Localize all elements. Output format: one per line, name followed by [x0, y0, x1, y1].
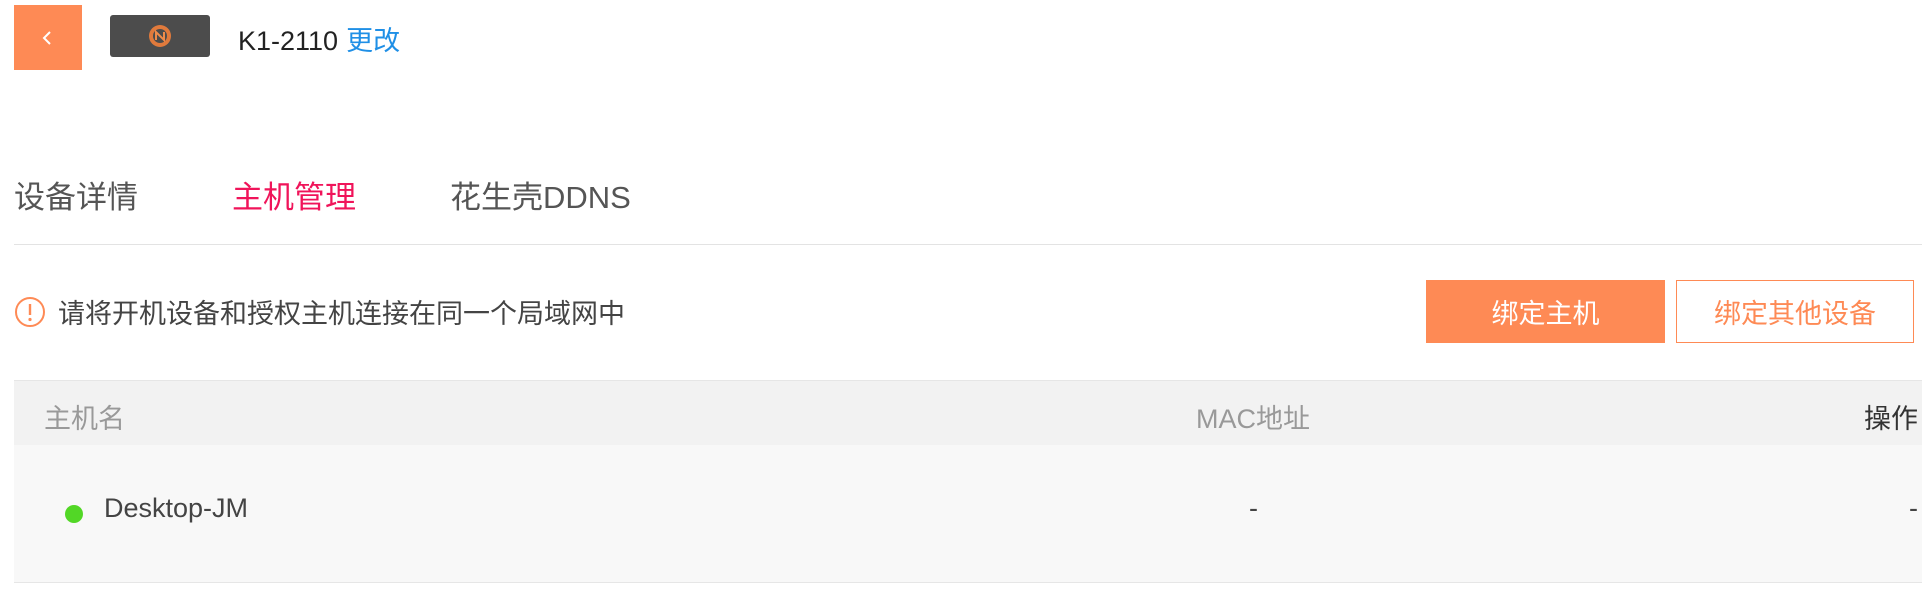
info-circle-icon [15, 296, 45, 327]
device-name: K1-2110 更改 [238, 19, 400, 58]
notice-text: 请将开机设备和授权主机连接在同一个局域网中 [58, 299, 625, 329]
chevron-left-icon [42, 30, 51, 45]
column-header-hostname: 主机名 [44, 404, 125, 434]
device-logo-icon [149, 25, 171, 47]
host-name: Desktop-JM [104, 493, 249, 523]
bind-host-button[interactable]: 绑定主机 [1426, 280, 1665, 343]
table-row: Desktop-JM - - [14, 445, 1922, 583]
host-mac: - [1249, 493, 1258, 523]
tab-bar: 设备详情 主机管理 花生壳DDNS [14, 168, 1922, 245]
notice: 请将开机设备和授权主机连接在同一个局域网中 [14, 292, 625, 331]
device-name-text: K1-2110 [238, 26, 339, 56]
host-table: 主机名 MAC地址 操作 Desktop-JM - - [14, 380, 1922, 583]
tab-device-details[interactable]: 设备详情 [14, 172, 138, 217]
bind-other-device-button[interactable]: 绑定其他设备 [1676, 280, 1914, 343]
online-status-dot [65, 505, 83, 523]
device-thumbnail [110, 15, 210, 57]
table-header: 主机名 MAC地址 操作 [14, 380, 1922, 445]
back-button[interactable] [14, 5, 82, 70]
tab-ddns[interactable]: 花生壳DDNS [450, 172, 631, 217]
column-header-mac: MAC地址 [1196, 404, 1310, 434]
tab-host-management[interactable]: 主机管理 [232, 172, 356, 217]
change-name-link[interactable]: 更改 [346, 26, 400, 56]
host-action[interactable]: - [1909, 493, 1918, 524]
column-header-action: 操作 [1864, 404, 1918, 434]
